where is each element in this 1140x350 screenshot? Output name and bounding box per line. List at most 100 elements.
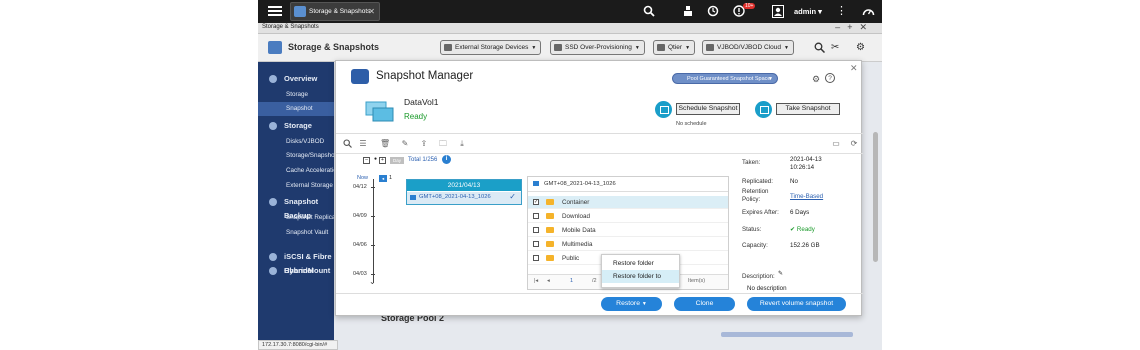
dialog-close-icon[interactable]: ✕ xyxy=(850,63,858,74)
first-page-icon[interactable]: |◂ xyxy=(534,278,538,284)
sidebar-section-overview[interactable]: Overview xyxy=(258,72,334,86)
sidebar-item-snapshot[interactable]: Snapshot xyxy=(258,102,334,116)
qts-desktop: Storage & Snapshots ✕ 10+ admin ▾ ⋮ Stor… xyxy=(258,0,882,350)
sidebar-item-storage-snapshots[interactable]: Storage/Snapshots xyxy=(258,149,334,163)
search-icon[interactable] xyxy=(642,5,655,18)
zoom-in-icon[interactable]: + xyxy=(379,157,386,164)
share-icon[interactable]: ⇪ xyxy=(419,139,429,149)
external-storage-label: External Storage Devices xyxy=(455,44,529,51)
revert-volume-snapshot-button[interactable]: Revert volume snapshot xyxy=(747,297,846,311)
list-view-icon[interactable]: ▭ xyxy=(831,139,841,149)
retention-policy-link[interactable]: Time-Based xyxy=(790,193,823,200)
capacity-label: Capacity: xyxy=(742,242,768,249)
guaranteed-space-label: Pool Guaranteed Snapshot Space xyxy=(687,76,771,82)
open-folder-icon[interactable]: 🗀 xyxy=(438,139,448,149)
menu-item-restore-folder[interactable]: Restore folder xyxy=(602,257,679,270)
help-icon[interactable]: ? xyxy=(825,73,835,83)
folder-row[interactable]: ✓ Container xyxy=(528,196,728,209)
app-titlebar: Storage & Snapshots –+✕ xyxy=(258,22,882,34)
row-checkbox[interactable]: ✓ xyxy=(533,199,539,205)
folder-row[interactable]: Download xyxy=(528,210,728,223)
taken-value: 2021-04-13 xyxy=(790,156,822,163)
sidebar-section-storage[interactable]: Storage xyxy=(258,119,334,133)
sidebar: Overview Storage Snapshot Storage Disks/… xyxy=(258,62,334,350)
schedule-status: No schedule xyxy=(676,121,707,127)
menu-item-restore-folder-to[interactable]: Restore folder to xyxy=(602,270,679,283)
folder-name: Container xyxy=(562,199,590,206)
edit-description-icon[interactable]: ✎ xyxy=(778,270,783,277)
schedule-snapshot-button[interactable]: Schedule Snapshot xyxy=(676,103,740,115)
folder-row[interactable]: Mobile Data xyxy=(528,224,728,237)
inspect-icon[interactable] xyxy=(814,42,826,56)
taken-time: 10:26:14 xyxy=(790,164,815,171)
edit-icon[interactable]: ✎ xyxy=(400,139,410,149)
page-number[interactable]: 1 xyxy=(570,278,573,284)
app-titlebar-label: Storage & Snapshots xyxy=(262,24,319,30)
more-options-icon[interactable]: ⋮ xyxy=(835,5,848,18)
restore-button[interactable]: Restore ▼ xyxy=(601,297,662,311)
take-snapshot-icon xyxy=(755,101,772,118)
ssd-over-provisioning-button[interactable]: SSD Over-Provisioning ▼ xyxy=(550,40,645,55)
sidebar-item-disks-vjbod[interactable]: Disks/VJBOD xyxy=(258,135,334,149)
sidebar-item-snapshot-vault[interactable]: Snapshot Vault xyxy=(258,226,334,240)
dialog-settings-icon[interactable]: ⚙ xyxy=(812,74,820,85)
sidebar-item-storage[interactable]: Storage xyxy=(258,88,334,102)
folder-icon xyxy=(546,241,554,247)
row-checkbox[interactable] xyxy=(533,213,539,219)
sidebar-item-external-storage[interactable]: External Storage xyxy=(258,179,334,193)
sync-icon[interactable] xyxy=(706,5,719,18)
page-scrollbar[interactable] xyxy=(873,132,878,262)
snapshot-name: GMT+08_2021-04-13_1026 xyxy=(419,194,491,200)
top-bar: Storage & Snapshots ✕ 10+ admin ▾ ⋮ xyxy=(258,0,882,23)
select-mode-icon[interactable]: ☰ xyxy=(358,139,368,149)
snapshot-manager-icon xyxy=(351,69,369,84)
close-icon[interactable]: ✕ xyxy=(859,22,874,32)
row-checkbox[interactable] xyxy=(533,255,539,261)
timeline-tick xyxy=(371,187,375,188)
day-scale-badge[interactable]: Day xyxy=(390,157,404,164)
tools-icon[interactable]: ✂ xyxy=(831,42,839,53)
settings-gear-icon[interactable]: ⚙ xyxy=(856,42,865,53)
username-menu[interactable]: admin ▾ xyxy=(794,7,822,16)
window-controls[interactable]: –+✕ xyxy=(835,22,874,33)
menu-icon[interactable] xyxy=(268,4,282,18)
qtier-button[interactable]: Qtier ▼ xyxy=(653,40,696,55)
snapshot-card[interactable]: 2021/04/13 GMT+08_2021-04-13_1026 ✓ xyxy=(406,179,522,205)
close-tab-icon[interactable]: ✕ xyxy=(368,7,375,16)
zoom-out-icon[interactable]: – xyxy=(363,157,370,164)
app-tab-storage-snapshots[interactable]: Storage & Snapshots ✕ xyxy=(290,2,380,21)
user-icon[interactable] xyxy=(771,5,784,18)
vjbod-icon xyxy=(706,44,714,51)
timeline-scroll-down-icon[interactable]: ⌄ xyxy=(369,277,376,286)
minimize-icon[interactable]: – xyxy=(835,22,847,32)
sidebar-item-snapshot-replica[interactable]: Snapshot Replica xyxy=(258,211,334,225)
sidebar-section-hybridmount[interactable]: HybridMount xyxy=(258,264,334,278)
snapshot-item[interactable]: GMT+08_2021-04-13_1026 ✓ xyxy=(407,192,521,204)
status-url: 172.17.30.7:8080/cgi-bin/# xyxy=(258,340,338,350)
take-snapshot-button[interactable]: Take Snapshot xyxy=(776,103,840,115)
sidebar-section-iscsi[interactable]: iSCSI & Fibre Channel xyxy=(258,250,334,275)
folder-row[interactable]: Multimedia xyxy=(528,238,728,251)
dashboard-gauge-icon[interactable] xyxy=(862,5,875,18)
sidebar-item-cache-acceleration[interactable]: Cache Acceleration xyxy=(258,164,334,178)
guaranteed-snapshot-space-button[interactable]: Pool Guaranteed Snapshot Space ▼ xyxy=(672,73,778,84)
maximize-icon[interactable]: + xyxy=(847,22,859,32)
divider xyxy=(336,153,863,154)
info-icon[interactable]: i xyxy=(442,155,451,164)
clone-button[interactable]: Clone xyxy=(674,297,735,311)
vjbod-button[interactable]: VJBOD/VJBOD Cloud ▼ xyxy=(702,40,794,55)
prev-page-icon[interactable]: ◂ xyxy=(547,278,550,284)
background-task-icon[interactable] xyxy=(681,5,694,18)
sidebar-section-snapshot-backup[interactable]: Snapshot Backup xyxy=(258,195,334,220)
row-checkbox[interactable] xyxy=(533,227,539,233)
app-title: Storage & Snapshots xyxy=(288,42,380,52)
search-snapshot-icon[interactable] xyxy=(342,139,352,149)
qtier-icon xyxy=(657,44,665,51)
timeline-tick xyxy=(371,216,375,217)
refresh-icon[interactable]: ⟳ xyxy=(849,139,859,149)
row-checkbox[interactable] xyxy=(533,241,539,247)
download-icon[interactable]: ⤓ xyxy=(457,139,467,149)
status-label: Status: xyxy=(742,226,762,233)
delete-icon[interactable]: 🗑 xyxy=(380,139,390,149)
external-storage-devices-button[interactable]: External Storage Devices ▼ xyxy=(440,40,542,55)
